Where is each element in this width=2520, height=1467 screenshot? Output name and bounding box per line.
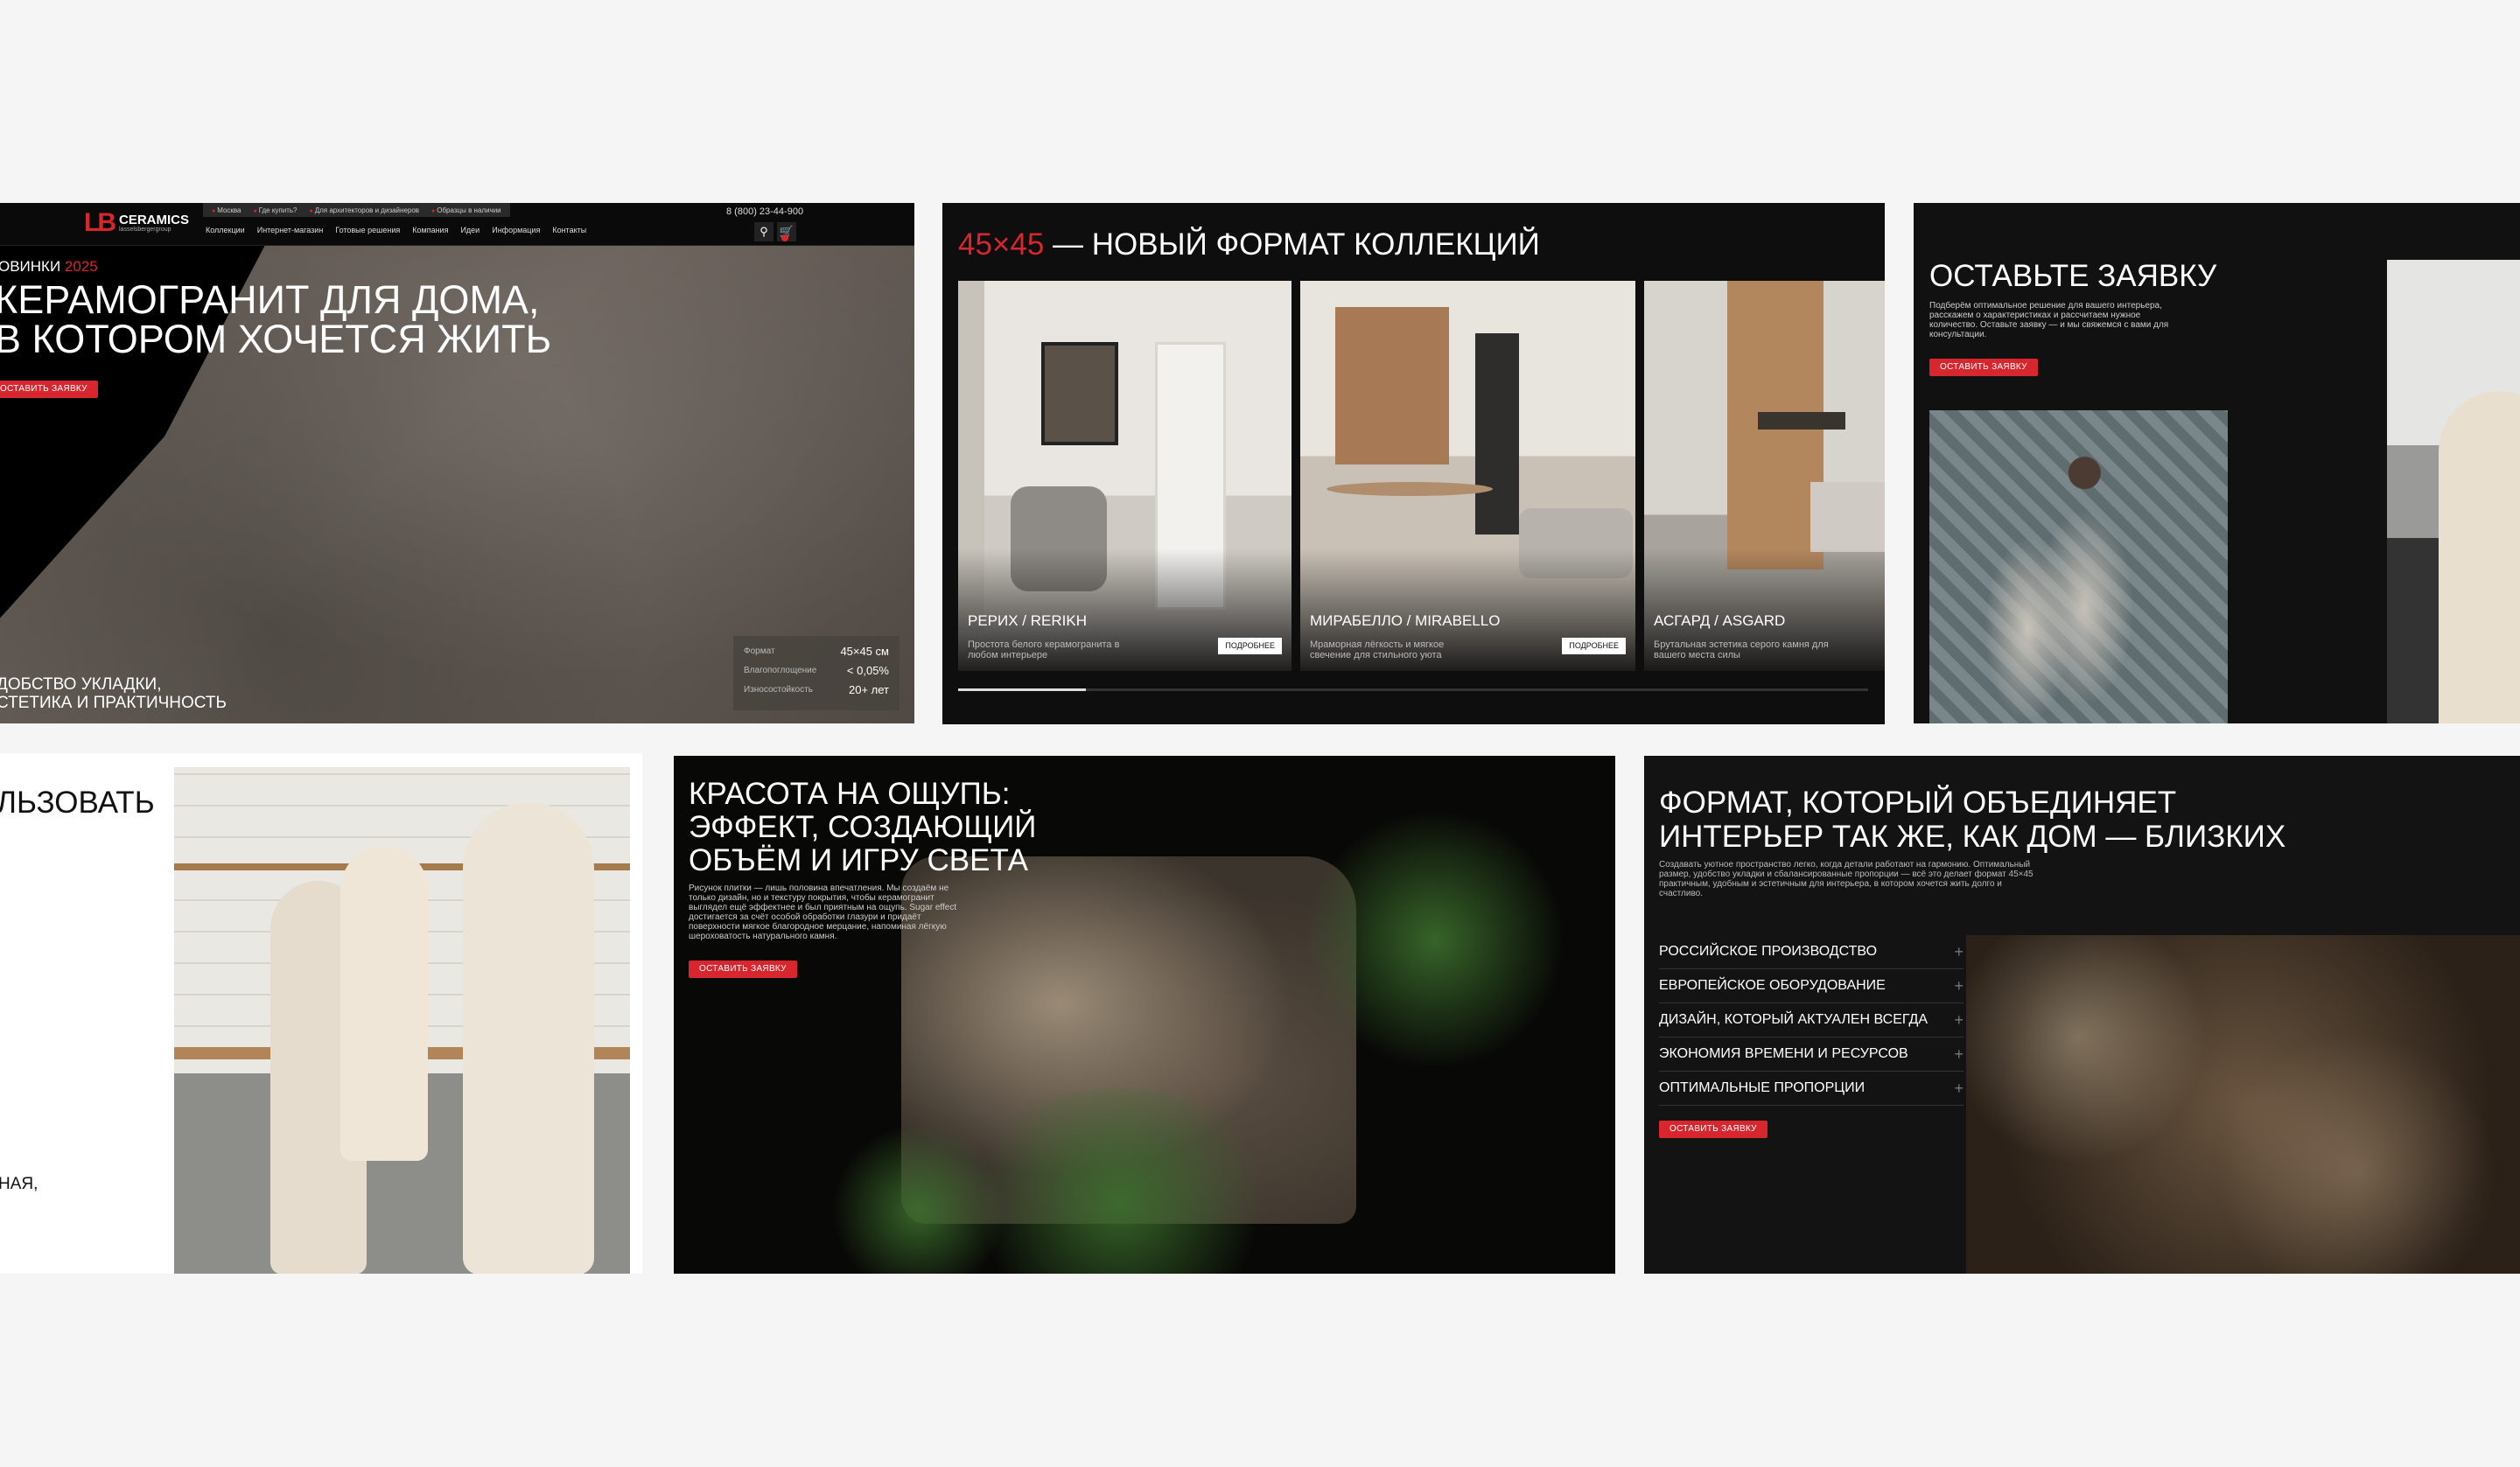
spec-row: Износостойкость 20+ лет bbox=[744, 682, 889, 696]
nav-item-shop[interactable]: Интернет-магазин bbox=[257, 226, 324, 234]
family-photo bbox=[174, 767, 630, 1274]
hero-headline: КЕРАМОГРАНИТ ДЛЯ ДОМА, В КОТОРОМ ХОЧЕТСЯ… bbox=[0, 277, 552, 361]
collections-panel: 45×45 — НОВЫЙ ФОРМАТ КОЛЛЕКЦИЙ РЕРИХ / R… bbox=[942, 203, 1885, 724]
plus-icon: + bbox=[1954, 1011, 1964, 1029]
hero-panel: LB CERAMICS lasselsbergergroup Москва Гд… bbox=[0, 203, 914, 723]
beauty-text: Рисунок плитки — лишь половина впечатлен… bbox=[689, 884, 957, 941]
accordion-item[interactable]: ЭКОНОМИЯ ВРЕМЕНИ И РЕСУРСОВ + bbox=[1659, 1037, 1964, 1072]
fern-foliage bbox=[1304, 808, 1566, 1071]
site-logo[interactable]: LB CERAMICS lasselsbergergroup bbox=[84, 210, 189, 236]
accordion-item[interactable]: ДИЗАЙН, КОТОРЫЙ АКТУАЛЕН ВСЕГДА + bbox=[1659, 1003, 1964, 1037]
site-header: LB CERAMICS lasselsbergergroup Москва Гд… bbox=[0, 203, 914, 246]
card-desc: Брутальная эстетика серого камня для ваш… bbox=[1654, 639, 1829, 660]
util-link-architects[interactable]: Для архитекторов и дизайнеров bbox=[310, 206, 419, 214]
family-panel: ЛЬЗОВАТЬ НАЯ, bbox=[0, 753, 642, 1274]
card-name: АСГАРД / ASGARD bbox=[1654, 612, 1786, 629]
family-text-fragment: НАЯ, bbox=[0, 1175, 38, 1193]
spec-row: Формат 45×45 см bbox=[744, 644, 889, 658]
kitchen-photo bbox=[2387, 260, 2520, 723]
plus-icon: + bbox=[1954, 977, 1964, 995]
collection-card-rerikh[interactable]: РЕРИХ / RERIKH Простота белого керамогра… bbox=[958, 281, 1292, 671]
request-text: Подберём оптимальное решение для вашего … bbox=[1929, 301, 2169, 339]
card-name: МИРАБЕЛЛО / MIRABELLO bbox=[1310, 612, 1501, 629]
request-panel: ОСТАВЬТЕ ЗАЯВКУ Подберём оптимальное реш… bbox=[1914, 203, 2520, 723]
nav-item-ideas[interactable]: Идеи bbox=[460, 226, 480, 234]
hero-request-button[interactable]: ОСТАВИТЬ ЗАЯВКУ bbox=[0, 381, 98, 398]
nav-item-info[interactable]: Информация bbox=[492, 226, 540, 234]
benefits-accordion: РОССИЙСКОЕ ПРОИЗВОДСТВО + ЕВРОПЕЙСКОЕ ОБО… bbox=[1659, 935, 1964, 1106]
card-more-button[interactable]: ПОДРОБНЕЕ bbox=[1218, 638, 1282, 654]
logo-sub: lasselsbergergroup bbox=[119, 226, 172, 233]
carousel-progress[interactable] bbox=[958, 688, 1868, 691]
beauty-request-button[interactable]: ОСТАВИТЬ ЗАЯВКУ bbox=[689, 961, 797, 978]
spec-row: Влагопоглощение < 0,05% bbox=[744, 663, 889, 677]
util-link-where-to-buy[interactable]: Где купить? bbox=[254, 206, 298, 214]
format-panel: ФОРМАТ, КОТОРЫЙ ОБЪЕДИНЯЕТ ИНТЕРЬЕР ТАК … bbox=[1644, 756, 2520, 1274]
card-desc: Мраморная лёгкость и мягкое свечение для… bbox=[1310, 639, 1445, 660]
util-link-samples[interactable]: Образцы в наличии bbox=[431, 206, 500, 214]
nav-item-collections[interactable]: Коллекции bbox=[206, 226, 245, 234]
hero-tag: ОВИНКИ 2025 bbox=[0, 258, 98, 275]
util-link-city[interactable]: Москва bbox=[212, 206, 241, 214]
card-more-button[interactable]: ПОДРОБНЕЕ bbox=[1562, 638, 1626, 654]
nav-item-company[interactable]: Компания bbox=[412, 226, 448, 234]
hero-bottom-text: ДОБСТВО УКЛАДКИ, СТЕТИКА И ПРАКТИЧНОСТЬ bbox=[0, 675, 227, 712]
card-desc: Простота белого керамогранита в любом ин… bbox=[968, 639, 1120, 660]
beauty-title: КРАСОТА НА ОЩУПЬ: ЭФФЕКТ, СОЗДАЮЩИЙ ОБЪЁ… bbox=[689, 777, 1037, 877]
search-icon[interactable]: ⚲ bbox=[754, 222, 774, 241]
accordion-item[interactable]: ОПТИМАЛЬНЫЕ ПРОПОРЦИИ + bbox=[1659, 1072, 1964, 1106]
format-title: ФОРМАТ, КОТОРЫЙ ОБЪЕДИНЯЕТ ИНТЕРЬЕР ТАК … bbox=[1659, 786, 2286, 854]
logo-mark: LB bbox=[84, 208, 116, 237]
request-button[interactable]: ОСТАВИТЬ ЗАЯВКУ bbox=[1929, 359, 2038, 376]
plus-icon: + bbox=[1954, 943, 1964, 961]
family-title-fragment: ЛЬЗОВАТЬ bbox=[0, 786, 155, 820]
request-title: ОСТАВЬТЕ ЗАЯВКУ bbox=[1929, 259, 2217, 293]
plus-icon: + bbox=[1954, 1079, 1964, 1097]
utility-bar: Москва Где купить? Для архитекторов и ди… bbox=[203, 203, 510, 217]
cart-badge bbox=[781, 234, 788, 241]
collection-card-asgard[interactable]: АСГАРД / ASGARD Брутальная эстетика серо… bbox=[1644, 281, 1885, 671]
beauty-panel: КРАСОТА НА ОЩУПЬ: ЭФФЕКТ, СОЗДАЮЩИЙ ОБЪЁ… bbox=[674, 756, 1615, 1274]
nav-item-solutions[interactable]: Готовые решения bbox=[335, 226, 400, 234]
logo-word: CERAMICS bbox=[119, 212, 190, 227]
phone-number[interactable]: 8 (800) 23-44-900 bbox=[726, 206, 803, 217]
nav-item-contacts[interactable]: Контакты bbox=[552, 226, 586, 234]
card-name: РЕРИХ / RERIKH bbox=[968, 612, 1087, 629]
sugar-texture-image bbox=[1966, 935, 2520, 1274]
couple-photo bbox=[1929, 410, 2228, 723]
accordion-item[interactable]: ЕВРОПЕЙСКОЕ ОБОРУДОВАНИЕ + bbox=[1659, 969, 1964, 1003]
collection-card-mirabello[interactable]: МИРАБЕЛЛО / MIRABELLO Мраморная лёгкость… bbox=[1300, 281, 1635, 671]
accordion-item[interactable]: РОССИЙСКОЕ ПРОИЗВОДСТВО + bbox=[1659, 935, 1964, 969]
spec-card: Формат 45×45 см Влагопоглощение < 0,05% Из… bbox=[733, 636, 900, 710]
format-text: Создавать уютное пространство легко, ког… bbox=[1659, 860, 2034, 898]
plus-icon: + bbox=[1954, 1045, 1964, 1063]
carousel-progress-fill bbox=[958, 688, 1086, 691]
collections-title: 45×45 — НОВЫЙ ФОРМАТ КОЛЛЕКЦИЙ bbox=[958, 227, 1540, 262]
format-request-button[interactable]: ОСТАВИТЬ ЗАЯВКУ bbox=[1659, 1121, 1768, 1138]
main-nav: Коллекции Интернет-магазин Готовые решен… bbox=[206, 226, 586, 234]
